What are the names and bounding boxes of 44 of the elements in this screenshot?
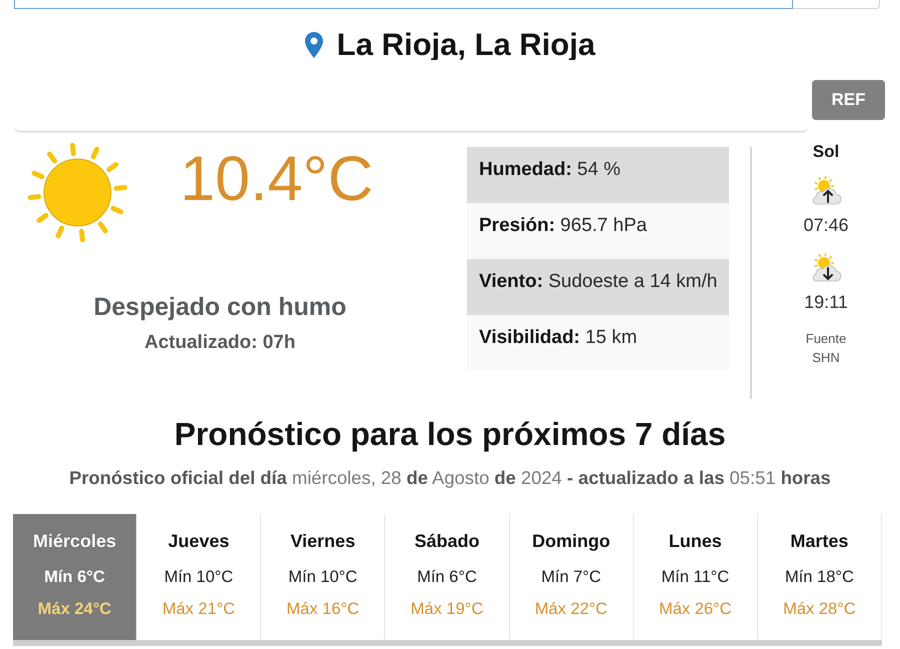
min-temperature: Mín 10°C [288,567,358,588]
day-name: Miércoles [33,530,116,552]
day-tab[interactable]: Miércoles Mín 6°C Máx 24°C [13,514,138,640]
min-temperature: Mín 11°C [661,567,730,588]
detail-row: Humedad: 54 % [467,147,729,203]
day-name: Lunes [668,530,722,552]
detail-row: Viento: Sudoeste a 14 km/h [467,259,729,315]
max-temperature: Máx 19°C [410,599,484,620]
day-name: Martes [790,530,848,552]
sunrise-time: 07:46 [803,214,849,236]
min-temperature: Mín 6°C [417,567,477,588]
max-temperature: Máx 24°C [38,599,112,620]
forecast-subtitle: Pronóstico oficial del día miércoles, 28 de Agosto de 2024 - actualizado a las 05:51 horas [68,467,832,490]
location-title: La Rioja, La Rioja [336,29,596,60]
max-temperature: Máx 28°C [783,599,856,620]
max-temperature: Máx 26°C [658,599,732,620]
sun-title: Sol [812,142,840,162]
day-name: Viernes [290,530,356,552]
sun-cloud-down-arrow-icon [810,253,842,283]
search-button[interactable] [793,0,880,9]
min-temperature: Mín 10°C [164,567,234,588]
refresh-button[interactable]: REF [812,80,885,120]
detail-row: Visibilidad: 15 km [467,315,729,371]
max-temperature: Máx 21°C [162,599,236,620]
map-pin-icon [304,32,323,58]
min-temperature: Mín 6°C [44,567,105,588]
source-name: SHN [812,349,840,367]
min-temperature: Mín 7°C [541,567,602,588]
min-temperature: Mín 18°C [784,567,854,588]
max-temperature: Máx 22°C [534,599,608,620]
forecast-title: Pronóstico para los próximos 7 días [173,415,727,454]
temperature-value: 10.4°C [180,148,374,211]
max-temperature: Máx 16°C [286,599,360,620]
search-field[interactable] [14,0,793,9]
sun-icon [27,142,128,243]
day-name: Domingo [532,530,610,552]
day-name: Sábado [414,530,480,552]
source-label: Fuente [806,330,846,348]
sun-cloud-up-arrow-icon [810,176,842,206]
day-name: Jueves [168,530,230,552]
detail-row: Presión: 965.7 hPa [467,203,729,259]
weather-condition: Despejado con humo [94,292,346,322]
sunset-time: 19:11 [804,291,848,313]
update-time: Actualizado: 07h [144,332,296,355]
